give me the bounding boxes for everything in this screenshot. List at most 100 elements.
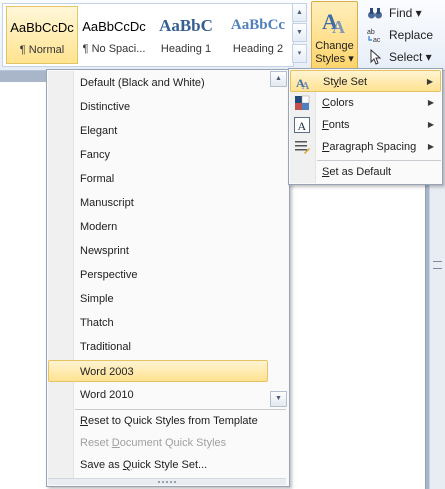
quick-style-preview: AaBbCc <box>230 17 286 33</box>
style-set-item-label: Fancy <box>80 149 110 161</box>
text-segment: aragraph Spacing <box>329 141 417 153</box>
style-set-item[interactable]: Formal <box>48 168 268 190</box>
fonts-menu-item[interactable]: A Fonts ▶ <box>290 114 441 136</box>
change-styles-line2: Styles ▾ <box>315 53 354 65</box>
svg-text:A: A <box>332 17 345 37</box>
quick-style-preview: AaBbCcDc <box>10 20 74 35</box>
style-set-scrollbar[interactable]: ▲ ▼ <box>270 71 287 408</box>
gallery-scroll-down-button[interactable]: ▼ <box>292 23 307 42</box>
style-set-item[interactable]: Default (Black and White) <box>48 72 268 94</box>
change-styles-line1: Change <box>315 40 354 52</box>
style-set-item[interactable]: Modern <box>48 216 268 238</box>
font-icon: A <box>294 117 310 133</box>
svg-text:A: A <box>302 81 310 90</box>
text-segment: et as Default <box>329 166 392 178</box>
quick-style-heading-1[interactable]: AaBbC Heading 1 <box>151 6 221 62</box>
style-set-item[interactable]: Simple <box>48 288 268 310</box>
text-segment: St <box>323 76 334 88</box>
style-set-icon: AA <box>296 76 310 90</box>
change-styles-label: Change Styles ▾ <box>312 40 357 66</box>
colors-menu-item[interactable]: Colors ▶ <box>290 92 441 114</box>
quick-style-preview: AaBbCcDc <box>82 19 146 34</box>
style-set-item-label: Modern <box>80 221 118 233</box>
style-set-item-label: Perspective <box>80 269 138 281</box>
paragraph-spacing-menu-item[interactable]: Paragraph Spacing ▶ <box>290 136 441 158</box>
replace-icon: ab ac <box>367 27 385 44</box>
style-set-item[interactable]: Fancy <box>48 144 268 166</box>
text-segment: onts <box>328 119 350 131</box>
cursor-arrow-icon <box>367 48 385 65</box>
scroll-down-icon[interactable]: ▼ <box>270 391 287 407</box>
quick-style-label: ¶ Normal <box>19 44 65 56</box>
replace-button[interactable]: ab ac Replace <box>360 24 442 46</box>
find-label: Find ▾ <box>389 6 422 20</box>
style-set-item-label: Elegant <box>80 125 118 137</box>
style-set-item-label: Word 2003 <box>80 366 134 378</box>
find-button[interactable]: Find ▾ <box>360 2 442 24</box>
quick-style-label: Heading 1 <box>160 43 212 55</box>
set-as-default-menu-item[interactable]: Set as Default <box>290 161 441 183</box>
resize-grip[interactable] <box>48 478 286 485</box>
text-segment: olors <box>329 97 354 109</box>
style-set-item-label: Distinctive <box>80 101 131 113</box>
style-set-menu-item[interactable]: AA Style Set ▶ <box>290 70 441 92</box>
accelerator-key: D <box>111 437 120 449</box>
style-set-item-label: Formal <box>80 173 115 185</box>
style-set-item[interactable]: Word 2003 <box>48 360 268 382</box>
save-as-quick-style-set-item[interactable]: Save as Quick Style Set... <box>48 454 286 476</box>
style-set-item-label: Traditional <box>80 341 131 353</box>
style-set-item[interactable]: Thatch <box>48 312 268 334</box>
editing-group: Find ▾ ab ac Replace Select ▾ <box>360 2 442 68</box>
style-set-item[interactable]: Traditional <box>48 336 268 358</box>
style-set-item[interactable]: Manuscript <box>48 192 268 214</box>
submenu-arrow-icon: ▶ <box>427 142 434 151</box>
color-palette-icon <box>295 95 310 110</box>
style-set-item[interactable]: Elegant <box>48 120 268 142</box>
style-set-item-label: Default (Black and White) <box>80 77 205 89</box>
quick-styles-gallery: AaBbCcDc ¶ Normal AaBbCcDc ¶ No Spaci...… <box>2 3 294 67</box>
gallery-scroll: ▲ ▼ ▾ <box>292 3 308 65</box>
change-styles-icon: A A <box>322 9 345 37</box>
accelerator-key: C <box>322 97 330 109</box>
binoculars-icon <box>367 5 385 21</box>
scrollbar-grip-icon[interactable] <box>433 261 442 269</box>
gallery-scroll-up-button[interactable]: ▲ <box>292 3 307 22</box>
gallery-more-button[interactable]: ▾ <box>292 44 307 63</box>
submenu-arrow-icon: ▶ <box>427 98 434 107</box>
text-segment: Save as <box>80 459 123 471</box>
select-label: Select ▾ <box>389 50 432 64</box>
style-set-item-label: Word 2010 <box>80 389 134 401</box>
submenu-arrow-icon: ▶ <box>427 120 434 129</box>
scroll-up-icon[interactable]: ▲ <box>270 71 287 87</box>
style-set-item-label: Simple <box>80 293 114 305</box>
style-set-menu: Default (Black and White) Distinctive Eleg… <box>46 69 290 487</box>
style-set-item-label: Manuscript <box>80 197 134 209</box>
submenu-arrow-icon: ▶ <box>426 77 433 86</box>
quick-style-label: ¶ No Spaci... <box>82 43 146 55</box>
accelerator-key: R <box>80 415 88 427</box>
style-set-item[interactable]: Newsprint <box>48 240 268 262</box>
style-set-item-label: Newsprint <box>80 245 129 257</box>
svg-text:A: A <box>298 119 307 133</box>
reset-document-quick-styles-item: Reset Document Quick Styles <box>48 432 286 454</box>
select-button[interactable]: Select ▾ <box>360 46 442 68</box>
style-set-item[interactable]: Distinctive <box>48 96 268 118</box>
quick-style-preview: AaBbC <box>159 16 213 35</box>
quick-style-normal[interactable]: AaBbCcDc ¶ Normal <box>6 6 78 64</box>
change-styles-menu: AA Style Set ▶ Colors ▶ A Fonts ▶ Paragr… <box>288 68 443 185</box>
change-styles-button[interactable]: A A Change Styles ▾ <box>311 1 358 69</box>
quick-style-heading-2[interactable]: AaBbCc Heading 2 <box>223 6 293 62</box>
paragraph-spacing-icon <box>295 141 310 154</box>
reset-to-template-item[interactable]: Reset to Quick Styles from Template <box>48 410 286 432</box>
style-set-item[interactable]: Perspective <box>48 264 268 286</box>
svg-text:ac: ac <box>373 37 381 43</box>
style-set-item-label: Thatch <box>80 317 114 329</box>
accelerator-key: F <box>322 119 329 131</box>
quick-style-no-spacing[interactable]: AaBbCcDc ¶ No Spaci... <box>79 6 149 62</box>
text-segment: ocument Quick Styles <box>119 437 227 449</box>
replace-label: Replace <box>389 28 434 42</box>
quick-style-label: Heading 2 <box>232 43 284 55</box>
ribbon: AaBbCcDc ¶ Normal AaBbCcDc ¶ No Spaci...… <box>0 0 445 71</box>
style-set-item[interactable]: Word 2010 <box>48 384 268 406</box>
text-segment: Reset <box>80 437 112 449</box>
